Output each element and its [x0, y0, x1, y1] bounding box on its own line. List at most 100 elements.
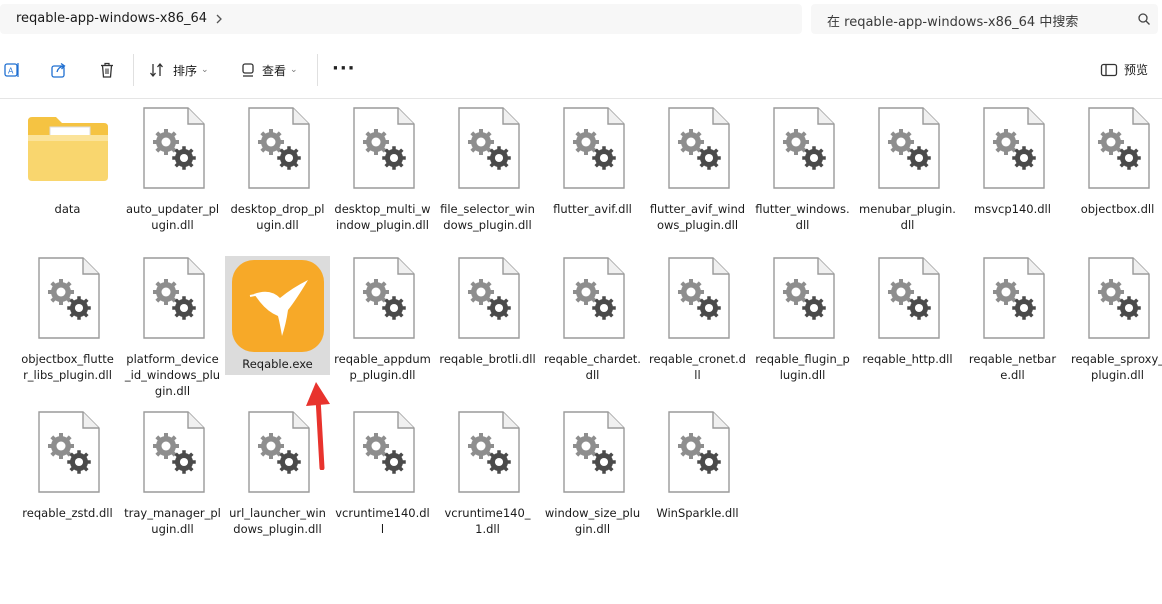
dll-file-icon [142, 257, 205, 339]
file-item[interactable]: vcruntime140_1.dll [435, 410, 540, 537]
file-name: tray_manager_plugin.dll [124, 506, 221, 536]
exe-item[interactable]: Reqable.exe [225, 256, 330, 375]
file-item[interactable]: window_size_plugin.dll [540, 410, 645, 537]
file-item[interactable]: WinSparkle.dll [645, 410, 750, 521]
file-item[interactable]: flutter_avif_windows_plugin.dll [645, 106, 750, 233]
search-placeholder: 在 reqable-app-windows-x86_64 中搜索 [827, 15, 1079, 30]
file-thumbnail [26, 106, 110, 190]
file-thumbnail [656, 256, 740, 340]
toolbar-divider [133, 54, 134, 86]
dll-file-icon [1087, 257, 1150, 339]
file-name: flutter_avif.dll [553, 202, 632, 216]
file-item[interactable]: flutter_avif.dll [540, 106, 645, 217]
file-thumbnail [131, 256, 215, 340]
more-options-button[interactable]: ··· [332, 60, 356, 78]
file-item[interactable]: objectbox.dll [1065, 106, 1162, 217]
breadcrumb[interactable]: reqable-app-windows-x86_64 [0, 4, 802, 34]
file-item[interactable]: platform_device_id_windows_plugin.dll [120, 256, 225, 399]
chevron-down-icon: ⌄ [201, 65, 209, 75]
file-item[interactable]: flutter_windows.dll [750, 106, 855, 233]
file-name: reqable_zstd.dll [22, 506, 113, 520]
chevron-right-icon[interactable] [212, 12, 226, 26]
file-item[interactable]: menubar_plugin.dll [855, 106, 960, 233]
view-button[interactable]: 查看 ⌄ [240, 59, 298, 81]
file-item[interactable]: reqable_appdump_plugin.dll [330, 256, 435, 383]
dll-file-icon [877, 257, 940, 339]
file-item[interactable]: objectbox_flutter_libs_plugin.dll [15, 256, 120, 383]
file-item[interactable]: file_selector_windows_plugin.dll [435, 106, 540, 233]
file-thumbnail [551, 106, 635, 190]
dll-file-icon [142, 107, 205, 189]
file-thumbnail [971, 256, 1055, 340]
preview-pane-icon [1100, 63, 1118, 76]
file-item[interactable]: reqable_zstd.dll [15, 410, 120, 521]
file-item[interactable]: reqable_chardet.dll [540, 256, 645, 383]
file-name: reqable_netbare.dll [968, 352, 1057, 382]
chevron-down-icon: ⌄ [290, 65, 298, 75]
address-bar: reqable-app-windows-x86_64 在 reqable-app… [0, 0, 1162, 38]
file-thumbnail [446, 410, 530, 494]
dll-file-icon [982, 257, 1045, 339]
file-thumbnail [227, 256, 329, 354]
file-item[interactable]: desktop_multi_window_plugin.dll [330, 106, 435, 233]
dll-file-icon [982, 107, 1045, 189]
scrollbar[interactable] [1158, 100, 1162, 604]
annotation-arrow [306, 382, 330, 470]
file-name: window_size_plugin.dll [544, 506, 641, 536]
dll-file-icon [562, 107, 625, 189]
file-grid: data auto_updater_plugin.dll desktop_drop_… [15, 106, 1162, 604]
file-item[interactable]: reqable_sproxy_plugin.dll [1065, 256, 1162, 383]
file-item[interactable]: desktop_drop_plugin.dll [225, 106, 330, 233]
dll-file-icon [247, 107, 310, 189]
svg-text:A: A [8, 67, 14, 76]
rename-icon[interactable]: A [3, 61, 21, 79]
sort-button[interactable]: 排序 ⌄ [149, 59, 209, 81]
folder-icon [27, 117, 108, 181]
file-thumbnail [761, 256, 845, 340]
share-icon[interactable] [50, 61, 68, 79]
file-item[interactable]: reqable_flugin_plugin.dll [750, 256, 855, 383]
file-thumbnail [551, 256, 635, 340]
file-item[interactable]: reqable_netbare.dll [960, 256, 1065, 383]
file-name: reqable_sproxy_plugin.dll [1070, 352, 1162, 382]
file-name: url_launcher_windows_plugin.dll [229, 506, 326, 536]
file-thumbnail [971, 106, 1055, 190]
dll-file-icon [457, 257, 520, 339]
preview-pane-button[interactable]: 预览 [1100, 61, 1148, 78]
file-thumbnail [656, 106, 740, 190]
file-thumbnail [446, 256, 530, 340]
sort-label: 排序 [173, 63, 198, 78]
sort-icon [150, 62, 163, 78]
file-name: flutter_avif_windows_plugin.dll [649, 202, 746, 232]
dll-file-icon [37, 257, 100, 339]
file-name: reqable_flugin_plugin.dll [755, 352, 850, 382]
search-input[interactable]: 在 reqable-app-windows-x86_64 中搜索 [811, 4, 1158, 34]
dll-file-icon [352, 257, 415, 339]
dll-file-icon [667, 411, 730, 493]
file-name: reqable_http.dll [862, 352, 953, 366]
file-item[interactable]: auto_updater_plugin.dll [120, 106, 225, 233]
file-name: auto_updater_plugin.dll [125, 202, 220, 232]
file-item[interactable]: reqable_http.dll [855, 256, 960, 367]
file-thumbnail [341, 256, 425, 340]
file-item[interactable]: tray_manager_plugin.dll [120, 410, 225, 537]
file-name: Reqable.exe [242, 357, 313, 371]
breadcrumb-folder[interactable]: reqable-app-windows-x86_64 [16, 11, 207, 26]
dll-file-icon [1087, 107, 1150, 189]
delete-icon[interactable] [98, 61, 116, 79]
folder-item[interactable]: data [15, 106, 120, 217]
file-item[interactable]: reqable_brotli.dll [435, 256, 540, 367]
dll-file-icon [562, 411, 625, 493]
dll-file-icon [352, 107, 415, 189]
command-bar: A 排序 ⌄ 查看 ⌄ ··· 预览 [0, 42, 1162, 99]
file-item[interactable]: reqable_cronet.dll [645, 256, 750, 383]
dll-file-icon [142, 411, 205, 493]
search-icon[interactable] [1137, 12, 1151, 26]
file-name: platform_device_id_windows_plugin.dll [124, 352, 221, 398]
file-item[interactable]: vcruntime140.dll [330, 410, 435, 537]
file-name: vcruntime140.dll [335, 506, 430, 536]
file-item[interactable]: msvcp140.dll [960, 106, 1065, 217]
toolbar-divider [317, 54, 318, 86]
file-name: flutter_windows.dll [755, 202, 850, 232]
file-name: vcruntime140_1.dll [444, 506, 531, 536]
